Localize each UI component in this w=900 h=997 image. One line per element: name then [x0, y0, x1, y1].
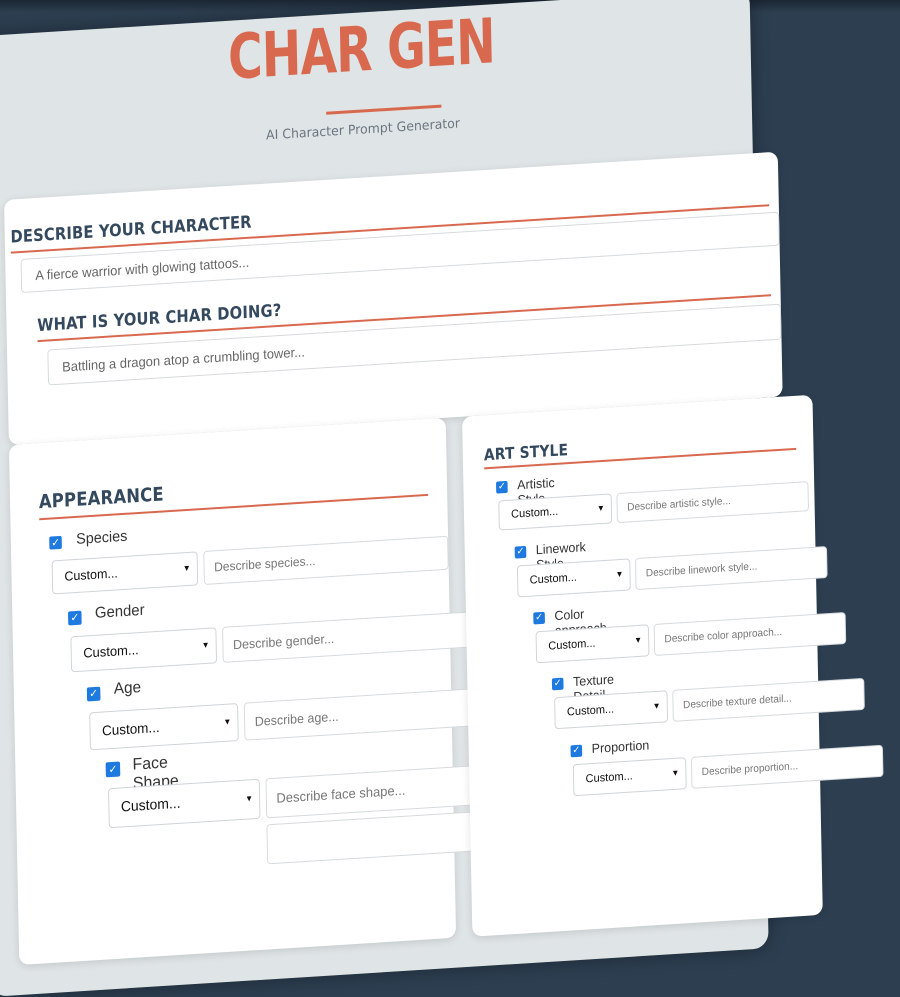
linework-style-input[interactable]	[634, 546, 828, 591]
page-scene: CHAR GEN AI Character Prompt Generator D…	[0, 0, 884, 997]
age-input[interactable]	[243, 686, 497, 741]
chevron-down-icon: ▾	[672, 767, 678, 779]
color-approach-select[interactable]: Custom... ▾	[535, 624, 650, 664]
artistic-style-input[interactable]	[616, 481, 809, 524]
linework-style-select[interactable]: Custom... ▾	[516, 558, 631, 598]
art-style-card: ART STYLE ✓ Artistic Style Custom... ▾ ✓…	[462, 394, 884, 937]
art-style-heading: ART STYLE	[483, 440, 569, 465]
species-input[interactable]	[203, 535, 449, 585]
proportion-input[interactable]	[690, 744, 884, 789]
proportion-select[interactable]: Custom... ▾	[572, 757, 687, 797]
proportion-label: Proportion	[591, 737, 650, 756]
chevron-down-icon: ▾	[598, 502, 604, 515]
gender-label: Gender	[94, 601, 145, 622]
gender-input[interactable]	[222, 611, 475, 663]
species-select[interactable]: Custom... ▾	[51, 551, 199, 595]
texture-detail-select[interactable]: Custom... ▾	[554, 690, 669, 730]
face-shape-select-value: Custom...	[120, 795, 181, 816]
chevron-down-icon: ▾	[184, 562, 190, 575]
age-label: Age	[113, 679, 142, 698]
chevron-down-icon: ▾	[635, 634, 641, 647]
gender-select[interactable]: Custom... ▾	[70, 627, 218, 673]
texture-detail-select-value: Custom...	[566, 703, 615, 719]
gender-checkbox[interactable]: ✓	[67, 610, 82, 626]
appearance-heading: APPEARANCE	[38, 483, 165, 514]
chevron-down-icon: ▾	[654, 700, 660, 713]
describe-card: DESCRIBE YOUR CHARACTER WHAT IS YOUR CHA…	[4, 151, 783, 445]
describe-heading: DESCRIBE YOUR CHARACTER	[10, 212, 252, 248]
face-shape-select[interactable]: Custom... ▾	[108, 778, 261, 829]
linework-style-checkbox[interactable]: ✓	[514, 545, 527, 559]
artistic-style-checkbox[interactable]: ✓	[496, 480, 508, 494]
species-label: Species	[75, 527, 128, 548]
linework-style-select-value: Custom...	[529, 571, 578, 587]
texture-detail-input[interactable]	[672, 677, 865, 722]
age-select[interactable]: Custom... ▾	[89, 703, 239, 751]
proportion-checkbox[interactable]: ✓	[570, 744, 583, 758]
artistic-style-select-value: Custom...	[510, 505, 559, 521]
species-select-value: Custom...	[64, 565, 118, 584]
app-title: CHAR GEN	[227, 4, 496, 94]
color-approach-select-value: Custom...	[548, 637, 596, 653]
age-checkbox[interactable]: ✓	[86, 686, 101, 702]
color-approach-checkbox[interactable]: ✓	[533, 611, 545, 625]
texture-detail-checkbox[interactable]: ✓	[551, 677, 564, 691]
species-checkbox[interactable]: ✓	[49, 535, 62, 550]
face-shape-checkbox[interactable]: ✓	[105, 761, 121, 778]
app-container: CHAR GEN AI Character Prompt Generator D…	[0, 0, 884, 997]
gender-select-value: Custom...	[83, 642, 139, 661]
chevron-down-icon: ▾	[224, 716, 230, 728]
chevron-down-icon: ▾	[616, 568, 622, 581]
chevron-down-icon: ▾	[203, 639, 209, 652]
color-approach-input[interactable]	[653, 611, 847, 656]
artistic-style-select[interactable]: Custom... ▾	[498, 493, 613, 531]
appearance-card: APPEARANCE ✓ Species Custom... ▾ ✓ Gende…	[8, 417, 546, 965]
proportion-select-value: Custom...	[585, 770, 633, 786]
doing-heading: WHAT IS YOUR CHAR DOING?	[37, 300, 282, 337]
chevron-down-icon: ▾	[246, 793, 252, 805]
title-underline	[326, 104, 442, 115]
age-select-value: Custom...	[101, 718, 160, 739]
